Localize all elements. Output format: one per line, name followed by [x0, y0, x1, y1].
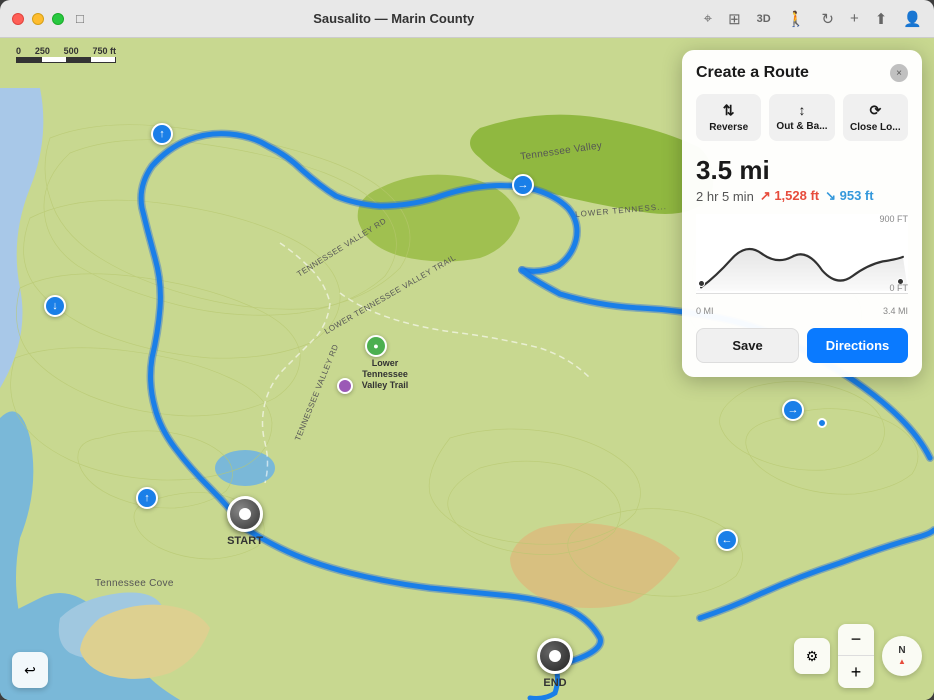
elev-start-x: 0 MI [696, 306, 714, 316]
account-icon[interactable]: 👤 [903, 10, 922, 28]
back-button[interactable]: ↩ [12, 652, 48, 688]
route-arrow-4: ↑ [136, 487, 158, 509]
scale-bar: 0 250 500 750 ft [16, 46, 116, 63]
elev-zero-label: 0 FT [889, 283, 908, 293]
compass-button[interactable]: N▲ [882, 636, 922, 676]
reverse-label: Reverse [709, 122, 748, 133]
maximize-button[interactable] [52, 13, 64, 25]
person-icon[interactable]: 🚶 [787, 10, 806, 28]
minimize-button[interactable] [32, 13, 44, 25]
panel-buttons: Save Directions [696, 328, 908, 363]
time-value: 2 hr 5 min [696, 189, 754, 204]
out-back-icon: ↕ [798, 102, 805, 118]
end-label: END [543, 677, 566, 689]
close-loop-label: Close Lo... [850, 122, 901, 133]
share-icon[interactable]: ⬆ [875, 10, 888, 28]
scale-750: 750 ft [92, 46, 116, 56]
zoom-out-button[interactable]: + [838, 656, 874, 688]
route-panel: Create a Route × ⇅ Reverse ↕ Out & Ba...… [682, 50, 922, 377]
panel-header: Create a Route × [696, 64, 908, 82]
scale-0: 0 [16, 46, 21, 56]
out-back-button[interactable]: ↕ Out & Ba... [769, 94, 834, 141]
scale-numbers: 0 250 500 750 ft [16, 46, 116, 56]
close-panel-button[interactable]: × [890, 64, 908, 82]
refresh-icon[interactable]: ↻ [821, 10, 834, 28]
panel-title: Create a Route [696, 64, 809, 82]
app-window: □ Sausalito — Marin County ⌖ ⊞ 3D 🚶 ↻ + … [0, 0, 934, 700]
route-distance: 3.5 mi [696, 155, 908, 186]
scale-250: 250 [35, 46, 50, 56]
poi-label: Lower TennesseeValley Trail [350, 358, 420, 390]
location-icon[interactable]: ⌖ [704, 10, 712, 27]
toolbar-icons: ⌖ ⊞ 3D 🚶 ↻ + ⬆ 👤 [704, 10, 922, 28]
purple-marker [337, 378, 353, 394]
close-loop-button[interactable]: ⟳ Close Lo... [843, 94, 908, 141]
traffic-lights [12, 13, 64, 25]
panel-actions: ⇅ Reverse ↕ Out & Ba... ⟳ Close Lo... [696, 94, 908, 141]
reverse-icon: ⇅ [723, 102, 735, 119]
scale-line [16, 57, 116, 63]
save-button[interactable]: Save [696, 328, 799, 363]
directions-button[interactable]: Directions [807, 328, 908, 363]
elevation-chart-svg [696, 214, 908, 293]
route-point-right [817, 418, 827, 428]
elevation-chart: 900 FT 0 FT [696, 214, 908, 294]
window-icon: □ [76, 11, 84, 26]
titlebar: □ Sausalito — Marin County ⌖ ⊞ 3D 🚶 ↻ + … [0, 0, 934, 38]
scale-500: 500 [64, 46, 79, 56]
end-marker[interactable]: END [537, 638, 573, 689]
route-arrow-2: → [512, 174, 534, 196]
start-marker[interactable]: START [227, 496, 263, 547]
route-arrow-6: → [782, 399, 804, 421]
start-label: START [227, 535, 263, 547]
out-back-label: Out & Ba... [776, 121, 827, 132]
route-arrow-3: ↓ [44, 295, 66, 317]
filter-button[interactable]: ⚙ [794, 638, 830, 674]
elev-start-dot [698, 280, 705, 287]
close-button[interactable] [12, 13, 24, 25]
close-loop-icon: ⟳ [869, 102, 881, 119]
3d-icon[interactable]: 3D [757, 13, 771, 25]
route-time: 2 hr 5 min ↗ 1,528 ft ↘ 953 ft [696, 188, 908, 204]
elev-max-label: 900 FT [879, 214, 908, 224]
window-title: Sausalito — Marin County [84, 11, 704, 26]
elevation-down: ↘ 953 ft [825, 188, 873, 204]
elevation-up: ↗ 1,528 ft [760, 188, 819, 204]
elev-x-labels: 0 MI 3.4 MI [696, 306, 908, 316]
route-stats: 3.5 mi 2 hr 5 min ↗ 1,528 ft ↘ 953 ft [696, 155, 908, 204]
compass-label: N▲ [898, 645, 906, 667]
route-arrow-1: ↑ [151, 123, 173, 145]
zoom-in-button[interactable]: − [838, 624, 874, 656]
route-arrow-5: ← [716, 529, 738, 551]
zoom-controls: − + [838, 624, 874, 688]
elev-end-x: 3.4 MI [883, 306, 908, 316]
plus-icon[interactable]: + [850, 10, 859, 27]
poi-marker[interactable]: ● [365, 335, 387, 357]
reverse-button[interactable]: ⇅ Reverse [696, 94, 761, 141]
map-container[interactable]: Tennessee Valley LOWER TENNESS... TENNES… [0, 38, 934, 700]
layers-icon[interactable]: ⊞ [728, 10, 741, 28]
